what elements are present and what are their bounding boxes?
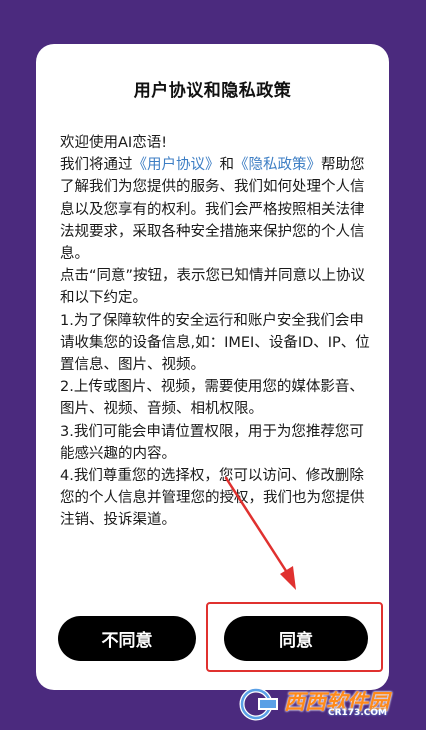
privacy-dialog: 用户协议和隐私政策 欢迎使用AI恋语! 我们将通过《用户协议》和《隐私政策》帮助… xyxy=(36,44,389,690)
terms-item-1: 1.为了保障软件的安全运行和账户安全我们会申请收集您的设备信息,如：IMEI、设… xyxy=(60,312,370,374)
decline-button[interactable]: 不同意 xyxy=(58,616,196,661)
intro-paragraph: 我们将通过《用户协议》和《隐私政策》帮助您了解我们为您提供的服务、我们如何处理个… xyxy=(60,154,373,265)
privacy-policy-link[interactable]: 《隐私政策》 xyxy=(234,157,321,173)
dialog-body: 欢迎使用AI恋语! 我们将通过《用户协议》和《隐私政策》帮助您了解我们为您提供的… xyxy=(60,132,373,532)
terms-item-2: 2.上传或图片、视频，需要使用您的媒体影音、图片、视频、音频、相机权限。 xyxy=(60,379,364,418)
and-text: 和 xyxy=(219,157,235,174)
dialog-title: 用户协议和隐私政策 xyxy=(133,81,292,101)
consent-note: 点击“同意”按钮，表示您已知情并同意以上协议和以下约定。 xyxy=(60,268,366,307)
terms-item-3: 3.我们可能会申请位置权限，用于为您推荐您可能感兴趣的内容。 xyxy=(60,423,364,462)
watermark-emblem-icon xyxy=(239,687,278,721)
watermark-brand: 西西软件园 xyxy=(284,690,389,714)
terms-item-4: 4.我们尊重您的选择权，您可以访问、修改删除您的个人信息并管理您的授权，我们也为… xyxy=(60,468,365,529)
greeting-text: 欢迎使用AI恋语! xyxy=(60,135,168,151)
agree-button[interactable]: 同意 xyxy=(224,616,368,661)
decline-button-label: 不同意 xyxy=(101,631,153,651)
watermark-domain: CR173.COM xyxy=(328,708,387,718)
watermark-logo: 西西软件园 CR173.COM xyxy=(232,684,422,724)
user-agreement-link[interactable]: 《用户协议》 xyxy=(133,157,220,173)
agree-button-label: 同意 xyxy=(279,631,313,651)
intro-prefix: 我们将通过 xyxy=(60,157,133,174)
